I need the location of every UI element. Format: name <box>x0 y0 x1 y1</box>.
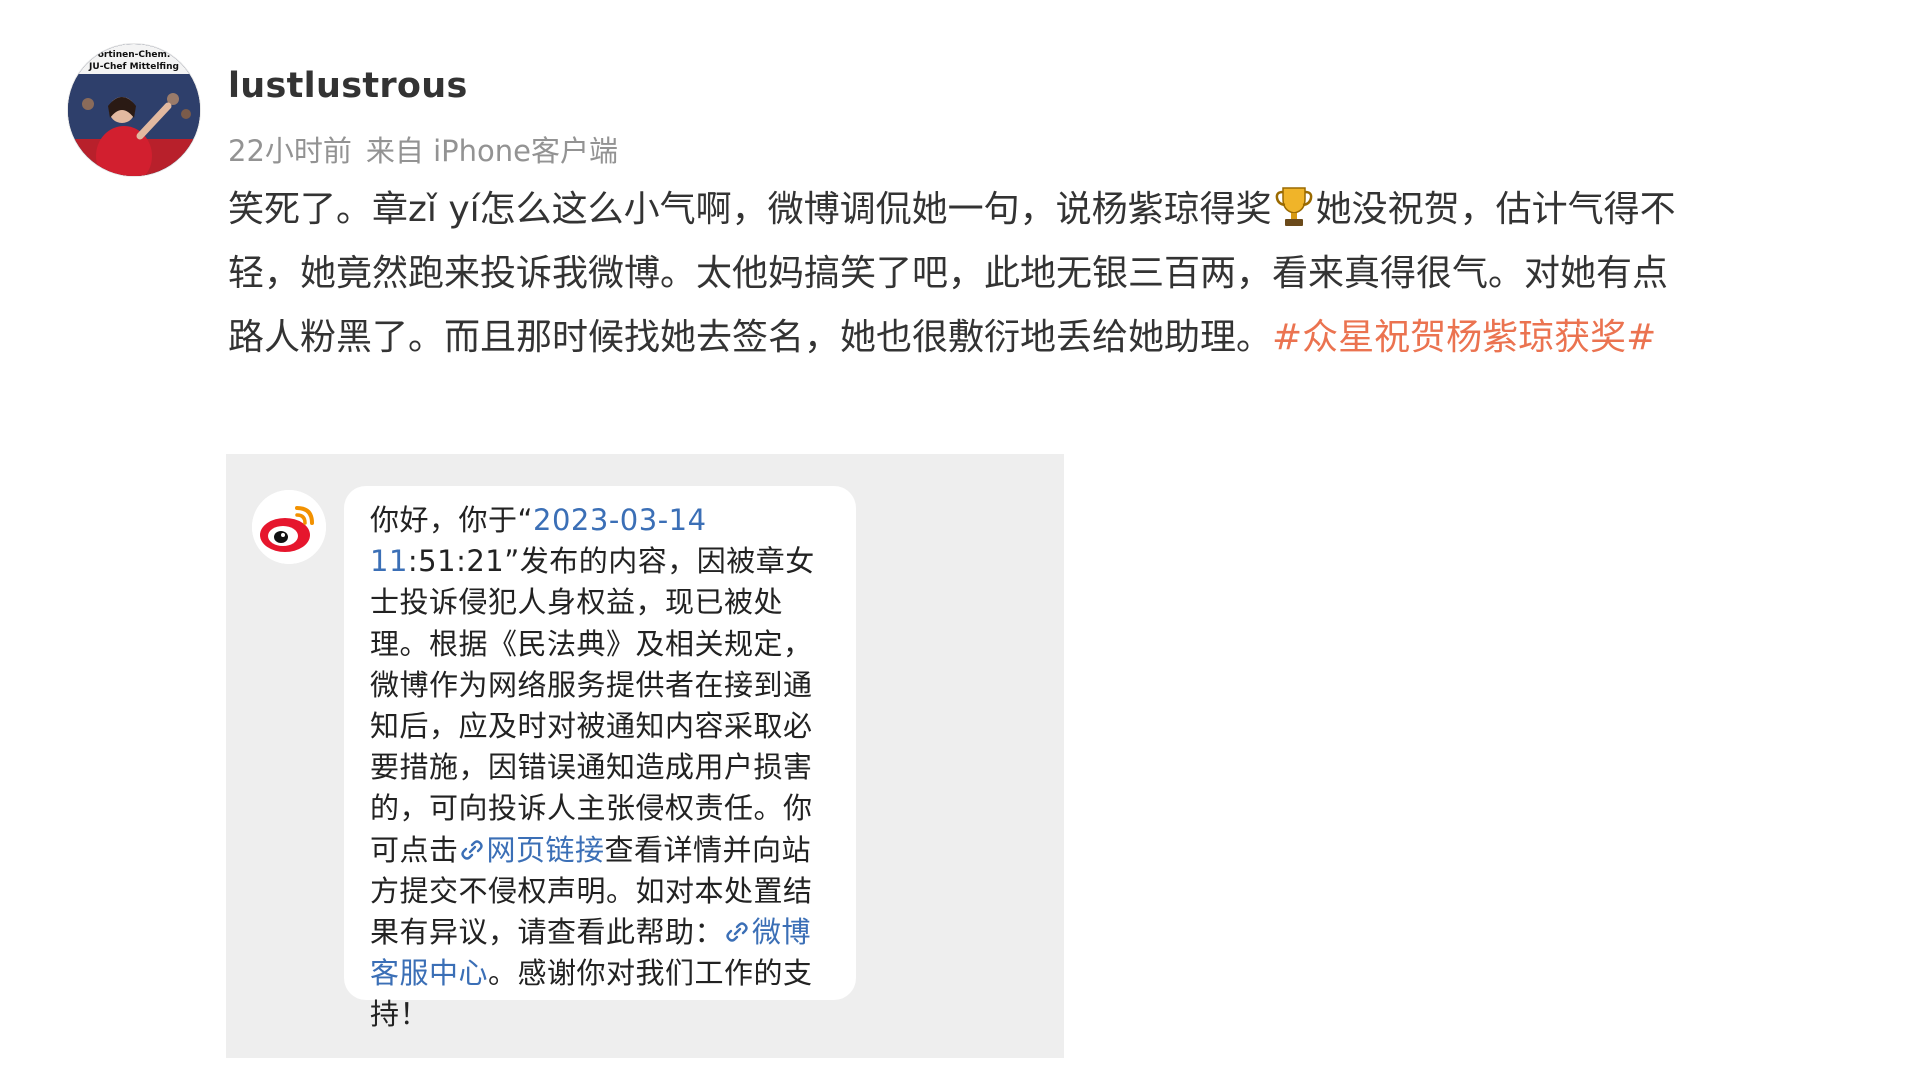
post-source: 来自 iPhone客户端 <box>365 134 619 168</box>
user-avatar[interactable]: ortinen-Chem. JU-Chef Mittelfing <box>68 44 200 176</box>
post-time[interactable]: 22小时前 <box>228 134 352 168</box>
notice-body: :51:21”发布的内容，因被章女士投诉侵犯人身权益，现已被处理。根据《民法典》… <box>370 544 815 867</box>
notice-intro: 你好，你于“ <box>370 503 534 537</box>
post-text-part1: 笑死了。章zǐ yí怎么这么小气啊，微博调侃她一句，说杨紫琼得奖 <box>228 189 1272 230</box>
notice-bubble: 你好，你于“2023-03-14 11:51:21”发布的内容，因被章女士投诉侵… <box>344 486 856 1031</box>
webpage-link[interactable]: 网页链接 <box>487 833 605 867</box>
avatar-caption-2: JU-Chef Mittelfing <box>88 62 179 72</box>
embedded-image[interactable]: 你好，你于“2023-03-14 11:51:21”发布的内容，因被章女士投诉侵… <box>226 454 1064 1058</box>
notice-message: 你好，你于“2023-03-14 11:51:21”发布的内容，因被章女士投诉侵… <box>370 500 830 1036</box>
post-body: 笑死了。章zǐ yí怎么这么小气啊，微博调侃她一句，说杨紫琼得奖 她没祝贺，估计… <box>228 178 1698 370</box>
link-icon <box>724 915 750 942</box>
link-icon <box>459 833 485 860</box>
weibo-logo-icon <box>252 490 326 564</box>
username[interactable]: lustlustrous <box>228 66 468 106</box>
hashtag-link[interactable]: #众星祝贺杨紫琼获奖# <box>1272 317 1656 358</box>
post-meta: 22小时前 来自 iPhone客户端 <box>228 128 618 170</box>
avatar-caption-1: ortinen-Chem. <box>98 50 171 60</box>
avatar-image: ortinen-Chem. JU-Chef Mittelfing <box>68 44 200 176</box>
trophy-icon <box>1274 185 1314 229</box>
